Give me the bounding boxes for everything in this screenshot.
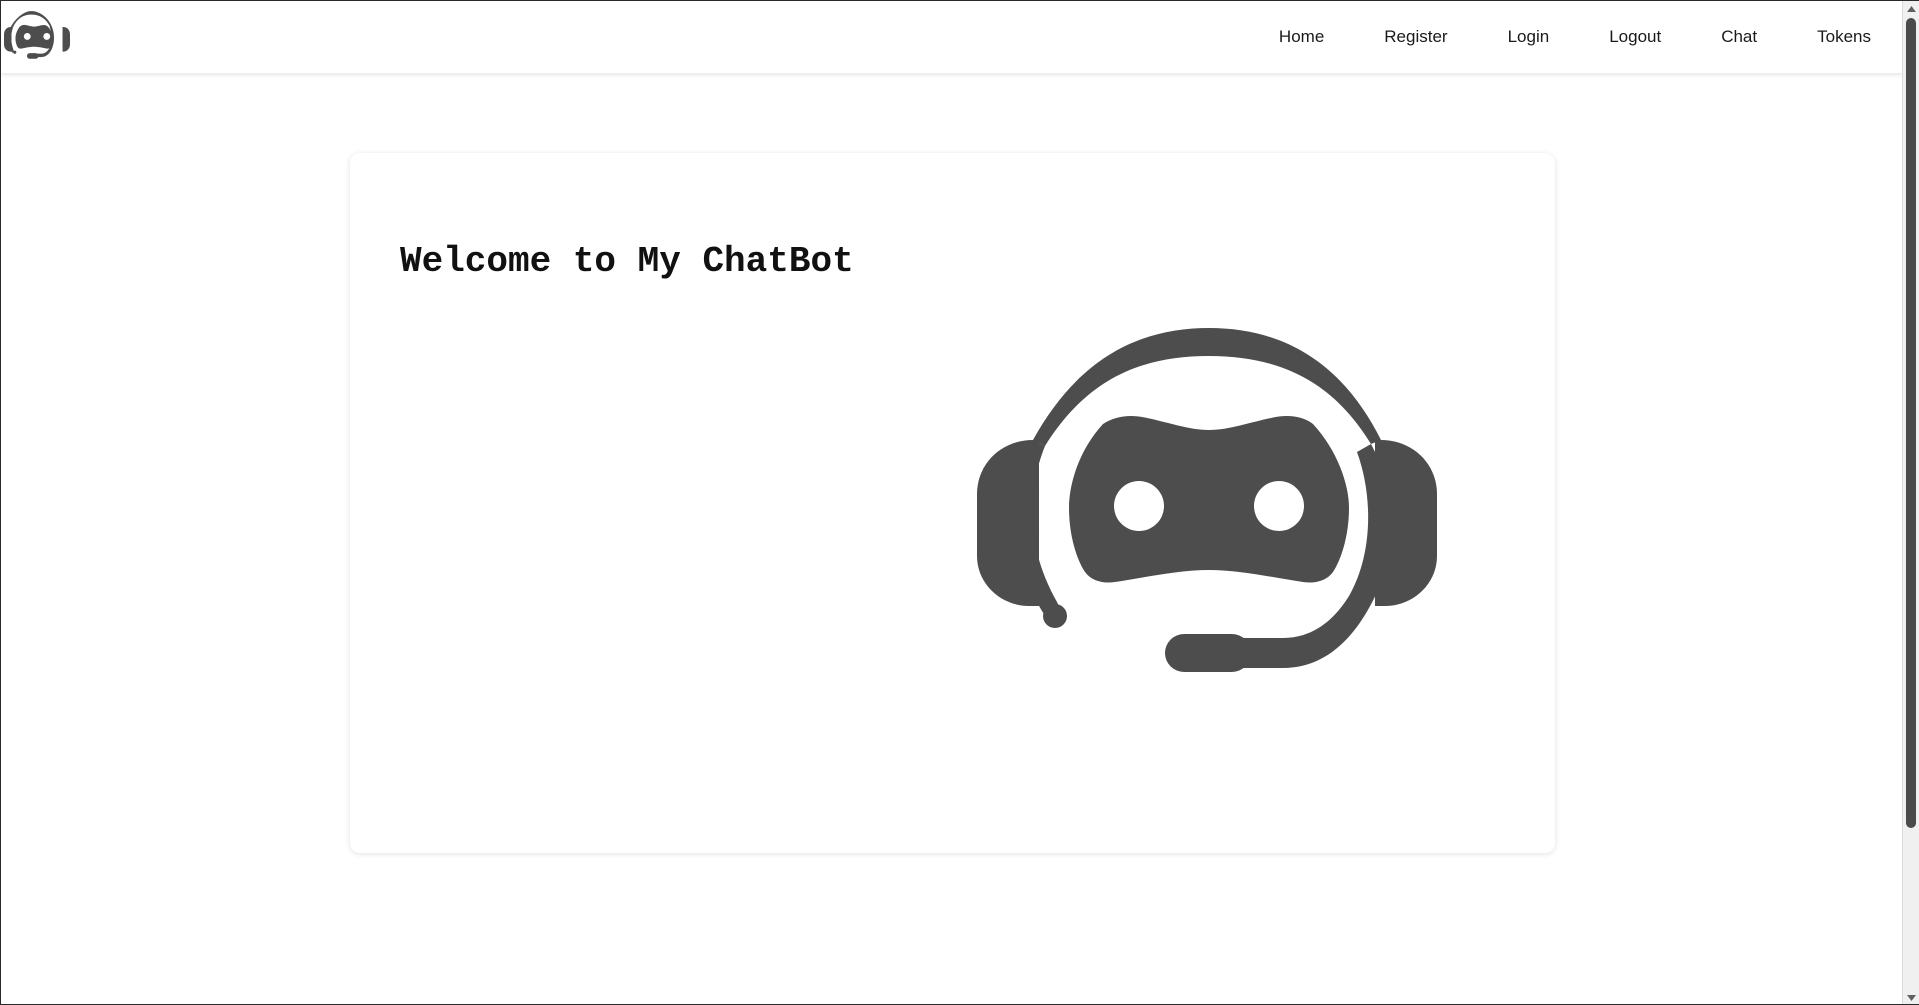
nav-chat-link[interactable]: Chat: [1691, 1, 1787, 73]
nav-home-link[interactable]: Home: [1249, 1, 1354, 73]
nav-login-link[interactable]: Login: [1478, 1, 1580, 73]
navbar: Home Register Login Logout Chat Tokens: [1, 1, 1903, 73]
scroll-thumb[interactable]: [1906, 18, 1916, 828]
welcome-card: Welcome to My ChatBot: [350, 153, 1555, 853]
nav-logout-link[interactable]: Logout: [1579, 1, 1691, 73]
scrollbar[interactable]: [1902, 1, 1919, 1004]
nav-register-link[interactable]: Register: [1354, 1, 1477, 73]
robot-headset-icon: [977, 328, 1437, 672]
page: Home Register Login Logout Chat Tokens W…: [0, 0, 1919, 1005]
nav-logo[interactable]: [4, 11, 70, 63]
nav-tokens-link[interactable]: Tokens: [1787, 1, 1901, 73]
robot-headset-icon: [4, 11, 70, 59]
nav-links: Home Register Login Logout Chat Tokens: [1249, 1, 1903, 73]
page-title: Welcome to My ChatBot: [400, 241, 854, 282]
scroll-down-arrow-icon[interactable]: [1903, 990, 1919, 1004]
hero-logo: [977, 328, 1437, 688]
scroll-up-arrow-icon[interactable]: [1903, 1, 1919, 17]
